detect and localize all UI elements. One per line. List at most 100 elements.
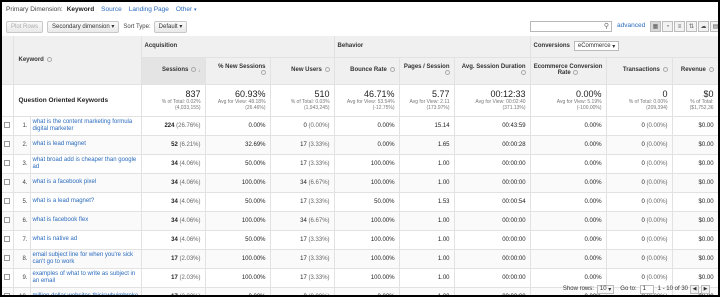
row-checkbox-cell xyxy=(2,211,14,231)
show-rows-value: 10 xyxy=(599,286,607,292)
col-new-sessions[interactable]: % New Sessions xyxy=(205,57,271,85)
new-users-pct: (3.33%) xyxy=(308,141,330,148)
keyword-link[interactable]: what is native ad xyxy=(30,230,142,250)
new-sessions-cell: 100.00% xyxy=(205,249,271,269)
row-checkbox[interactable] xyxy=(4,121,11,128)
plot-rows-button[interactable]: Plot Rows xyxy=(6,20,44,33)
comparison-view-icon[interactable]: ⇅ xyxy=(686,21,697,32)
transactions-value: 0 xyxy=(641,236,645,243)
performance-view-icon[interactable]: ≡ xyxy=(674,21,685,32)
sessions-value: 34 xyxy=(171,236,178,243)
row-checkbox[interactable] xyxy=(4,197,11,204)
table-row: 3. what broad add is cheaper than google … xyxy=(2,154,718,174)
total-sessions: 837% of Total: 0.02% (4,033,155) xyxy=(141,84,206,117)
bounce-rate-cell: 100.00% xyxy=(334,154,400,174)
total-transactions-sub2: (209,394) xyxy=(646,105,668,111)
new-sessions-cell: 100.00% xyxy=(205,173,271,193)
total-duration-value: 00:12:33 xyxy=(490,89,526,99)
transactions-cell: 0 (0.00%) xyxy=(606,116,673,136)
sessions-cell: 34 (4.06%) xyxy=(141,211,206,231)
col-sessions[interactable]: Sessions ↓ xyxy=(141,57,206,85)
dimension-landing-page-link[interactable]: Landing Page xyxy=(129,6,169,13)
dimension-other-link[interactable]: Other ▾ xyxy=(176,6,197,13)
help-icon xyxy=(662,67,668,73)
totals-row: Question Oriented Keywords 837% of Total… xyxy=(2,84,718,117)
row-checkbox[interactable] xyxy=(4,254,11,261)
col-bounce-rate[interactable]: Bounce Rate xyxy=(334,57,400,85)
revenue-cell: $0.00 xyxy=(672,154,718,174)
keyword-column-header[interactable]: Keyword xyxy=(13,36,142,85)
col-avg-session-duration[interactable]: Avg. Session Duration xyxy=(454,57,531,85)
row-checkbox[interactable] xyxy=(4,235,11,242)
primary-dimension-bar: Primary Dimension: Keyword Source Landin… xyxy=(2,2,718,17)
row-index: 8. xyxy=(13,249,31,269)
col-ecommerce-conversion-rate[interactable]: Ecommerce Conversion Rate xyxy=(530,57,607,85)
pagination-bar: Show rows: 10 ▾ Go to: 1 1 - 10 of 30 ◀ … xyxy=(2,283,718,295)
col-sessions-label: Sessions xyxy=(161,67,189,74)
conv-rate-cell: 0.00% xyxy=(530,116,607,136)
sessions-pct: (2.03%) xyxy=(179,255,201,262)
sessions-pct: (26.76%) xyxy=(176,122,201,129)
term-cloud-view-icon[interactable]: ☁ xyxy=(698,21,709,32)
sort-type-dropdown[interactable]: Default ▾ xyxy=(153,20,188,33)
keyword-link[interactable]: what is lead magnet xyxy=(30,135,142,155)
help-icon xyxy=(444,70,450,76)
new-users-pct: (6.67%) xyxy=(308,217,330,224)
sessions-cell: 52 (6.21%) xyxy=(141,135,206,155)
data-table-view-icon[interactable]: ▦ xyxy=(650,21,661,32)
sessions-cell: 34 (4.06%) xyxy=(141,230,206,250)
goto-input[interactable]: 1 xyxy=(639,284,654,294)
row-index: 5. xyxy=(13,192,31,212)
search-icon[interactable]: ⚲ xyxy=(604,22,609,30)
percentage-view-icon[interactable]: ◔ xyxy=(662,21,673,32)
row-index: 1. xyxy=(13,116,31,136)
total-pages-session: 5.77 Avg for View: 2.11 (173.97%) xyxy=(399,84,455,117)
sessions-value: 224 xyxy=(164,122,175,129)
total-revenue-value: $0 xyxy=(703,89,714,99)
col-new-sessions-label: % New Sessions xyxy=(218,64,266,71)
new-users-cell: 17 (3.33%) xyxy=(270,154,335,174)
new-users-value: 17 xyxy=(300,274,307,281)
show-rows-select[interactable]: 10 ▾ xyxy=(596,284,615,294)
advanced-filter-link[interactable]: advanced xyxy=(617,22,645,29)
conversions-select[interactable]: eCommerce ▾ xyxy=(573,41,620,52)
keyword-link[interactable]: email subject line for when you're sick … xyxy=(30,249,142,269)
next-page-icon[interactable]: ▶ xyxy=(701,284,710,294)
transactions-pct: (0.00%) xyxy=(646,122,668,129)
dimension-source-link[interactable]: Source xyxy=(101,6,122,13)
primary-dimension-label: Primary Dimension: xyxy=(6,6,63,13)
new-users-value: 0 xyxy=(303,122,307,129)
keyword-link[interactable]: what is a lead magnet? xyxy=(30,192,142,212)
total-conv-rate: 0.00% Avg for View: 5.19% (-100.00%) xyxy=(530,84,607,117)
row-checkbox[interactable] xyxy=(4,273,11,280)
keyword-link[interactable]: what is the content marketing formula di… xyxy=(30,116,142,136)
conv-rate-cell: 0.00% xyxy=(530,135,607,155)
prev-page-icon[interactable]: ◀ xyxy=(690,284,699,294)
revenue-cell: $0.00 xyxy=(672,249,718,269)
pivot-view-icon[interactable]: ▤ xyxy=(710,21,718,32)
chevron-down-icon: ▾ xyxy=(193,7,197,13)
header-group-row: Keyword Acquisition Behavior Conversions… xyxy=(2,36,718,85)
row-checkbox[interactable] xyxy=(4,140,11,147)
table-search-input[interactable]: ⚲ xyxy=(530,21,612,32)
col-revenue[interactable]: Revenue xyxy=(672,57,718,85)
help-icon xyxy=(573,70,579,76)
new-users-pct: (3.33%) xyxy=(308,198,330,205)
keyword-link[interactable]: what is facebook flex xyxy=(30,211,142,231)
new-users-cell: 34 (6.67%) xyxy=(270,211,335,231)
secondary-dimension-dropdown[interactable]: Secondary dimension ▾ xyxy=(47,20,120,33)
transactions-value: 0 xyxy=(641,198,645,205)
keyword-link[interactable]: what broad add is cheaper than google ad xyxy=(30,154,142,174)
row-checkbox[interactable] xyxy=(4,178,11,185)
transactions-pct: (0.00%) xyxy=(646,198,668,205)
col-transactions[interactable]: Transactions xyxy=(606,57,673,85)
keyword-link[interactable]: what is a facebook pixel xyxy=(30,173,142,193)
col-new-users[interactable]: New Users xyxy=(270,57,335,85)
row-checkbox[interactable] xyxy=(4,159,11,166)
revenue-cell: $0.00 xyxy=(672,116,718,136)
sessions-cell: 224 (26.76%) xyxy=(141,116,206,136)
new-users-cell: 0 (0.00%) xyxy=(270,116,335,136)
row-checkbox[interactable] xyxy=(4,216,11,223)
sessions-value: 34 xyxy=(171,160,178,167)
col-pages-session[interactable]: Pages / Session xyxy=(399,57,455,85)
